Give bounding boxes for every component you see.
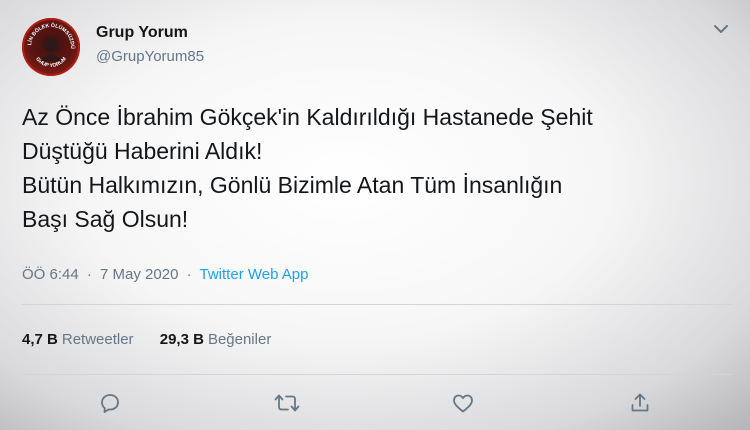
retweets-stat[interactable]: 4,7 B Retweetler [22,331,134,348]
retweets-count: 4,7 B [22,331,58,348]
avatar-portrait-head [44,38,58,52]
tweet-text-line: Başı Sağ Olsun! [22,206,189,232]
reply-button[interactable] [93,386,127,420]
retweet-button[interactable] [270,386,304,420]
tweet-text-line: Bütün Halkımızın, Gönlü Bizimle Atan Tüm… [22,172,563,198]
reply-icon [101,394,119,413]
retweet-icon [274,394,300,412]
share-button[interactable] [623,386,657,420]
divider [22,374,732,375]
like-button[interactable] [446,386,480,420]
divider [22,304,732,305]
heart-icon [453,394,473,413]
likes-label: Beğeniler [207,331,272,348]
avatar-portrait-body [40,54,62,61]
chevron-down-icon[interactable] [710,18,732,40]
author-handle[interactable]: @GrupYorum85 [96,48,204,65]
tweet-date[interactable]: 7 May 2020 [100,266,178,283]
author-name[interactable]: Grup Yorum [96,24,188,42]
retweets-label: Retweetler [61,331,134,348]
likes-count: 29,3 B [159,331,204,348]
tweet-text-line: Düştüğü Haberini Aldık! [22,138,263,164]
tweet-actions [0,386,750,420]
tweet-header: HELİN BÖLEK ÖLÜMSÜZDÜR GRUP YORUM Grup Y… [22,18,732,78]
tweet-text-line: Az Önce İbrahim Gökçek'in Kaldırıldığı H… [22,104,593,130]
tweet-text: Az Önce İbrahim Gökçek'in Kaldırıldığı H… [22,100,742,236]
meta-separator: · [186,266,192,283]
meta-separator: · [86,266,92,283]
avatar-image: HELİN BÖLEK ÖLÜMSÜZDÜR GRUP YORUM [22,18,76,69]
tweet-time[interactable]: ÖÖ 6:44 [22,266,79,283]
share-icon [631,393,649,412]
avatar[interactable]: HELİN BÖLEK ÖLÜMSÜZDÜR GRUP YORUM [22,18,80,76]
likes-stat[interactable]: 29,3 B Beğeniler [160,331,272,348]
tweet-source-link[interactable]: Twitter Web App [200,266,309,283]
tweet-stats: 4,7 B Retweetler 29,3 B Beğeniler [22,331,271,348]
tweet-meta: ÖÖ 6:44 · 7 May 2020 · Twitter Web App [22,266,308,283]
